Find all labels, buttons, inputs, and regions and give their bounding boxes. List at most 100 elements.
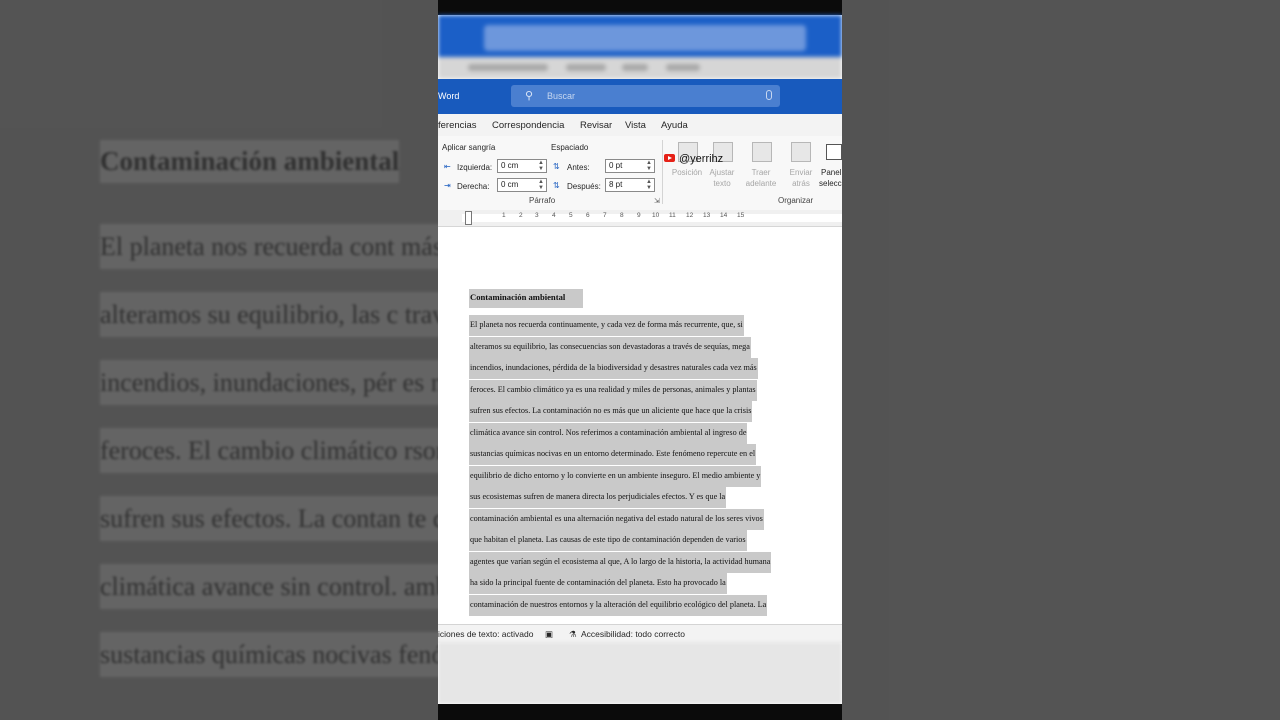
accessibility-status[interactable]: Accesibilidad: todo correcto [581,629,685,639]
ruler-tick: 2 [519,212,523,219]
indent-right-label: Derecha: [457,182,490,191]
document-line[interactable]: El planeta nos recuerda continuamente, y… [469,315,744,336]
search-input[interactable]: ⚲ Buscar [511,85,780,107]
blurred-tab [468,64,548,71]
ruler-tick: 13 [703,212,711,219]
document-line[interactable]: equilibrio de dicho entorno y lo convier… [469,466,762,487]
search-icon: ⚲ [525,90,534,102]
ruler-tick: 11 [669,212,676,219]
spacing-after-value: 8 pt [609,180,623,189]
document-line[interactable]: contaminación ambiental es una alternaci… [469,509,764,530]
ribbon-tabs: ferencias Correspondencia Revisar Vista … [438,114,842,136]
ruler-tick: 8 [620,212,624,219]
tab-view[interactable]: Vista [625,120,646,131]
send-backward-icon[interactable] [791,142,811,162]
wrap-text-label-1[interactable]: Ajustar [704,167,740,178]
ruler-tick: 6 [586,212,590,219]
spacing-before-label: Antes: [567,163,590,172]
indent-marker-icon[interactable] [465,211,472,225]
ruler-tick: 14 [720,212,728,219]
document-line[interactable]: que habitan el planeta. Las causas de es… [469,530,747,551]
ruler-tick: 1 [502,212,506,219]
blurred-tab [566,64,606,71]
spacing-before-value: 0 pt [609,161,623,170]
bring-forward-label-2[interactable]: adelante [740,178,782,189]
indent-left-icon: ⇤ [444,162,451,171]
microphone-icon[interactable] [766,90,772,100]
horizontal-ruler[interactable]: 1 2 3 4 5 6 7 8 9 10 11 12 13 14 15 [438,210,842,227]
youtube-icon [664,154,675,162]
indent-right-field[interactable]: 0 cm ▲ ▼ [497,178,547,192]
tab-review[interactable]: Revisar [580,120,612,131]
ruler-tick: 9 [637,212,641,219]
tab-mailings[interactable]: Correspondencia [492,120,564,131]
indent-left-label: Izquierda: [457,163,493,172]
document-line[interactable]: climática avance sin control. Nos referi… [469,423,748,444]
macro-recording-icon[interactable]: ▣ [545,629,553,640]
document-line[interactable]: incendios, inundaciones, pérdida de la b… [469,358,758,379]
spacing-after-label: Después: [567,182,601,191]
paragraph-group-title: Párrafo [529,196,556,205]
ruler-tick: 12 [686,212,694,219]
group-separator [662,140,663,204]
phone-screen: Word ⚲ Buscar ferencias Correspondencia … [438,0,842,720]
ruler-tick: 7 [603,212,607,219]
document-line[interactable]: sufren sus efectos. La contaminación no … [469,401,753,422]
document-line[interactable]: contaminación de nuestros entornos y la … [469,595,768,616]
ribbon-panel: Aplicar sangría ⇤ Izquierda: 0 cm ▲ ▼ ⇥ D… [438,136,842,211]
spinner-arrows-icon[interactable]: ▲ ▼ [646,179,652,191]
send-backward-label-2[interactable]: atrás [783,178,819,189]
ruler-tick: 10 [652,212,660,219]
blurred-search [484,25,806,51]
blurred-tabs [438,57,842,79]
wrap-text-label-2[interactable]: texto [704,178,740,189]
ruler-tick: 4 [552,212,556,219]
bring-forward-icon[interactable] [752,142,772,162]
indent-left-field[interactable]: 0 cm ▲ ▼ [497,159,547,173]
spacing-after-icon: ⇅ [553,181,560,190]
dialog-launcher-icon[interactable]: ⇲ [654,197,660,205]
document-page[interactable]: Contaminación ambiental El planeta nos r… [438,227,842,624]
phone-top-bar [438,0,842,15]
spinner-arrows-icon[interactable]: ▲ ▼ [646,160,652,172]
selection-pane-icon[interactable] [826,144,842,160]
ruler-tick: 5 [569,212,573,219]
app-name: Word [438,91,460,101]
status-bar: iciones de texto: activado ▣ ⚗ Accesibil… [438,624,842,643]
title-bar: Word ⚲ Buscar [438,79,842,114]
indent-label: Aplicar sangría [442,143,496,152]
spacing-after-field[interactable]: 8 pt ▲ ▼ [605,178,655,192]
spinner-arrows-icon[interactable]: ▲ ▼ [538,179,544,191]
bring-forward-label-1[interactable]: Traer [740,167,782,178]
document-heading[interactable]: Contaminación ambiental [469,289,584,308]
tab-help[interactable]: Ayuda [661,120,688,131]
document-line[interactable]: sustancias químicas nocivas en un entorn… [469,444,757,465]
tab-references[interactable]: ferencias [438,120,477,131]
indent-right-value: 0 cm [501,180,519,189]
channel-watermark: @yerrihz [679,153,724,165]
send-backward-label-1[interactable]: Enviar [783,167,819,178]
accessibility-icon[interactable]: ⚗ [569,629,577,640]
spacing-before-field[interactable]: 0 pt ▲ ▼ [605,159,655,173]
document-line[interactable]: sus ecosistemas sufren de manera directa… [469,487,727,508]
ruler-tick: 15 [737,212,745,219]
blurred-header [438,15,842,79]
indent-right-icon: ⇥ [444,181,451,190]
blurred-tab [622,64,648,71]
text-predictions-status[interactable]: iciones de texto: activado [438,629,533,639]
ruler-tick: 3 [535,212,539,219]
search-placeholder: Buscar [547,91,576,101]
document-line[interactable]: ha sido la principal fuente de contamina… [469,573,727,594]
phone-bottom-bar [438,704,842,720]
indent-left-value: 0 cm [501,161,519,170]
blurred-tab [666,64,700,71]
document-line[interactable]: alteramos su equilibrio, las consecuenci… [469,337,751,358]
selection-pane-label-1[interactable]: Panel [821,167,841,178]
document-line[interactable]: agentes que varían según el ecosistema a… [469,552,772,573]
spinner-arrows-icon[interactable]: ▲ ▼ [538,160,544,172]
document-line[interactable]: feroces. El cambio climático ya es una r… [469,380,757,401]
spacing-before-icon: ⇅ [553,162,560,171]
spacing-label: Espaciado [551,143,589,152]
position-button[interactable]: Posición [670,167,704,178]
selection-pane-label-2[interactable]: selecc [819,178,842,189]
